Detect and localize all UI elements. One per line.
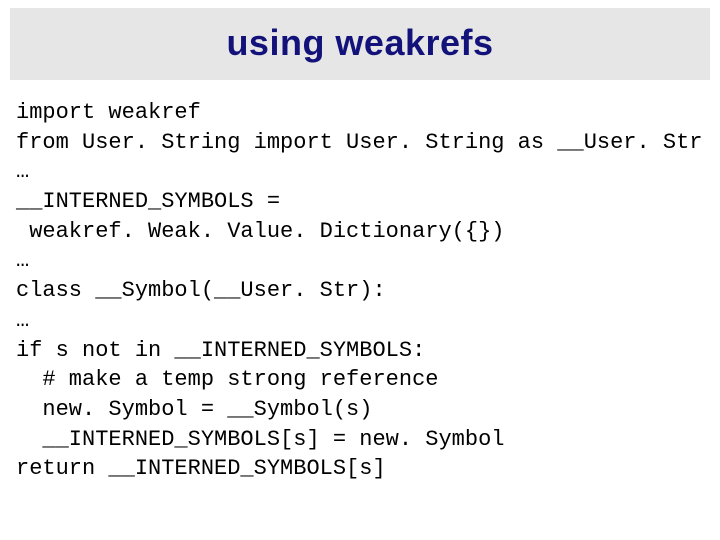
code-block: import weakref from User. String import …: [10, 80, 710, 484]
code-line: __INTERNED_SYMBOLS =: [16, 189, 280, 214]
code-line: __INTERNED_SYMBOLS[s] = new. Symbol: [16, 427, 504, 452]
code-line: # make a temp strong reference: [16, 367, 438, 392]
code-line: if s not in __INTERNED_SYMBOLS:: [16, 338, 425, 363]
code-line: return __INTERNED_SYMBOLS[s]: [16, 456, 386, 481]
code-line: new. Symbol = __Symbol(s): [16, 397, 372, 422]
slide-title: using weakrefs: [10, 22, 710, 64]
code-line: …: [16, 308, 29, 333]
code-line: …: [16, 248, 29, 273]
code-line: class __Symbol(__User. Str):: [16, 278, 386, 303]
title-band: using weakrefs: [10, 8, 710, 80]
code-line: weakref. Weak. Value. Dictionary({}): [16, 219, 504, 244]
code-line: …: [16, 159, 29, 184]
code-line: import weakref: [16, 100, 201, 125]
code-line: from User. String import User. String as…: [16, 130, 703, 155]
slide: using weakrefs import weakref from User.…: [0, 0, 720, 540]
